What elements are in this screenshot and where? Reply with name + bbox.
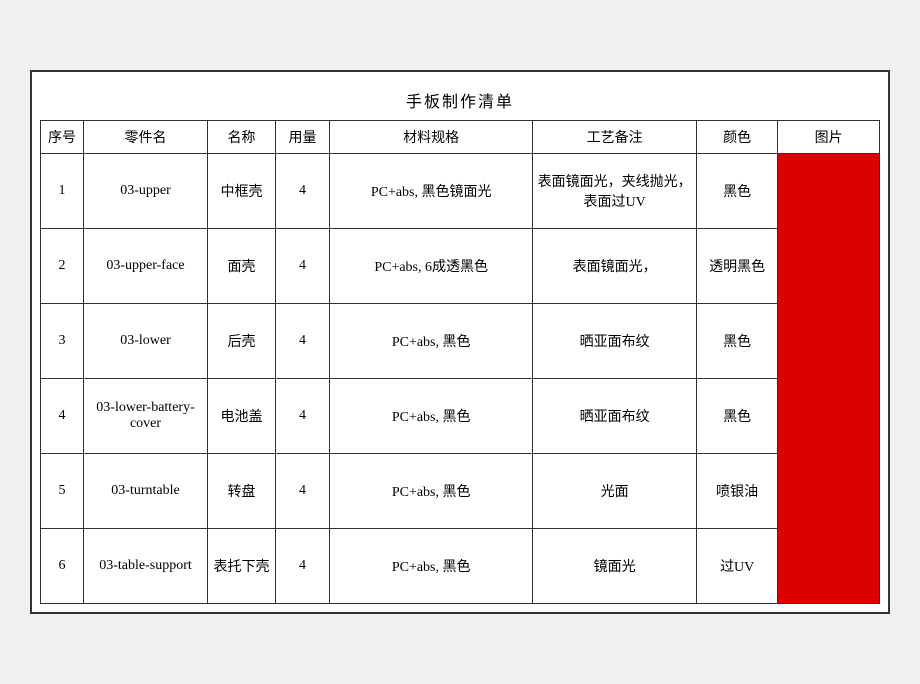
cell-qty: 4 (275, 529, 329, 604)
cell-craft: 表面镜面光，夹线抛光，表面过UV (533, 154, 697, 229)
cell-qty: 4 (275, 304, 329, 379)
cell-name: 面壳 (208, 229, 276, 304)
table-row: 103-upper中框壳4PC+abs, 黑色镜面光表面镜面光，夹线抛光，表面过… (41, 154, 880, 229)
table-row: 203-upper-face面壳4PC+abs, 6成透黑色表面镜面光，透明黑色 (41, 229, 880, 304)
cell-part-code: 03-lower-battery-cover (83, 379, 207, 454)
cell-craft: 表面镜面光， (533, 229, 697, 304)
cell-qty: 4 (275, 229, 329, 304)
cell-part-code: 03-turntable (83, 454, 207, 529)
cell-qty: 4 (275, 379, 329, 454)
cell-part-code: 03-upper-face (83, 229, 207, 304)
cell-spec: PC+abs, 黑色 (330, 529, 533, 604)
cell-qty: 4 (275, 454, 329, 529)
cell-part-code: 03-lower (83, 304, 207, 379)
table-row: 603-table-support表托下壳4PC+abs, 黑色镜面光过UV (41, 529, 880, 604)
cell-spec: PC+abs, 黑色 (330, 454, 533, 529)
cell-craft: 镜面光 (533, 529, 697, 604)
cell-seq: 3 (41, 304, 84, 379)
cell-spec: PC+abs, 黑色 (330, 304, 533, 379)
cell-seq: 1 (41, 154, 84, 229)
header-row: 序号 零件名 名称 用量 材料规格 工艺备注 颜色 图片 (41, 121, 880, 154)
cell-name: 电池盖 (208, 379, 276, 454)
cell-seq: 5 (41, 454, 84, 529)
table-row: 503-turntable转盘4PC+abs, 黑色光面喷银油 (41, 454, 880, 529)
header-image: 图片 (778, 121, 880, 154)
cell-image (778, 154, 880, 604)
cell-spec: PC+abs, 黑色镜面光 (330, 154, 533, 229)
cell-part-code: 03-upper (83, 154, 207, 229)
cell-name: 转盘 (208, 454, 276, 529)
cell-name: 表托下壳 (208, 529, 276, 604)
cell-name: 中框壳 (208, 154, 276, 229)
cell-craft: 晒亚面布纹 (533, 304, 697, 379)
header-craft: 工艺备注 (533, 121, 697, 154)
cell-spec: PC+abs, 黑色 (330, 379, 533, 454)
cell-color: 黑色 (697, 154, 778, 229)
table-container: 手板制作清单 序号 零件名 名称 用量 材料规格 工艺备注 颜色 图片 (30, 70, 890, 614)
cell-part-code: 03-table-support (83, 529, 207, 604)
header-name: 名称 (208, 121, 276, 154)
header-qty: 用量 (275, 121, 329, 154)
header-color: 颜色 (697, 121, 778, 154)
table-row: 403-lower-battery-cover电池盖4PC+abs, 黑色晒亚面… (41, 379, 880, 454)
header-part-code: 零件名 (83, 121, 207, 154)
table-title: 手板制作清单 (40, 80, 880, 120)
table-row: 303-lower后壳4PC+abs, 黑色晒亚面布纹黑色 (41, 304, 880, 379)
cell-color: 过UV (697, 529, 778, 604)
main-table: 序号 零件名 名称 用量 材料规格 工艺备注 颜色 图片 103-upper中框… (40, 120, 880, 604)
cell-craft: 晒亚面布纹 (533, 379, 697, 454)
cell-seq: 6 (41, 529, 84, 604)
cell-spec: PC+abs, 6成透黑色 (330, 229, 533, 304)
cell-color: 黑色 (697, 379, 778, 454)
cell-name: 后壳 (208, 304, 276, 379)
cell-craft: 光面 (533, 454, 697, 529)
header-seq: 序号 (41, 121, 84, 154)
cell-color: 黑色 (697, 304, 778, 379)
cell-color: 透明黑色 (697, 229, 778, 304)
cell-seq: 2 (41, 229, 84, 304)
header-spec: 材料规格 (330, 121, 533, 154)
cell-qty: 4 (275, 154, 329, 229)
cell-color: 喷银油 (697, 454, 778, 529)
cell-seq: 4 (41, 379, 84, 454)
